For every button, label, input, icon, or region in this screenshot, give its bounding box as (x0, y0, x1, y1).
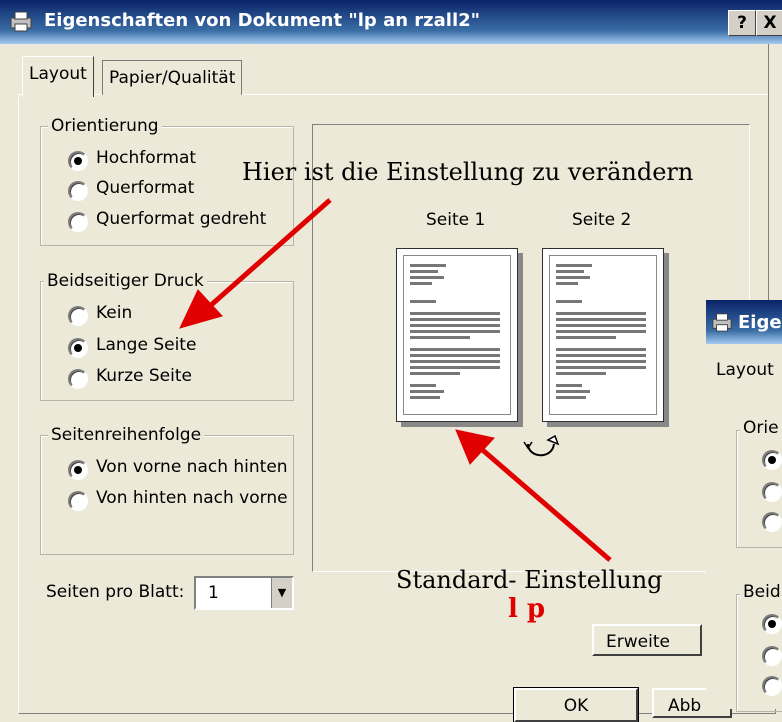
label-kein[interactable]: Kein (96, 303, 132, 323)
duplex-legend: Beidseitiger Druck (44, 271, 207, 291)
pages-per-sheet-select[interactable]: 1 ▼ (194, 576, 294, 610)
page-order-legend: Seitenreihenfolge (48, 425, 205, 445)
help-button[interactable]: ? (728, 10, 756, 36)
radio-lange-seite[interactable] (68, 338, 88, 358)
radio-querformat-gedreht[interactable] (68, 212, 88, 232)
printer-icon (10, 11, 32, 32)
annotation-top: Hier ist die Einstellung zu verändern (242, 158, 694, 186)
second-radio-3[interactable] (762, 512, 782, 532)
pages-per-sheet-label: Seiten pro Blatt: (46, 582, 185, 602)
tab-layout[interactable]: Layout (22, 56, 94, 97)
second-window-title: Eigen (738, 312, 782, 333)
label-kurze-seite[interactable]: Kurze Seite (96, 366, 192, 386)
pages-per-sheet-value: 1 (208, 583, 219, 603)
radio-hinten-nach-vorne[interactable] (68, 491, 88, 511)
radio-kein[interactable] (68, 306, 88, 326)
second-radio-5[interactable] (762, 646, 782, 666)
ok-button[interactable]: OK (513, 687, 639, 722)
window-title: Eigenschaften von Dokument "lp an rzall2… (44, 10, 481, 31)
label-vorne-nach-hinten[interactable]: Von vorne nach hinten (96, 457, 288, 477)
label-hinten-nach-vorne[interactable]: Von hinten nach vorne (96, 488, 288, 508)
advanced-button[interactable]: Erweite (592, 624, 702, 656)
second-radio-4[interactable] (762, 614, 782, 634)
second-window: Eigen Layout Orie Beid (706, 300, 782, 712)
window-edge (768, 44, 782, 300)
radio-hochformat[interactable] (68, 151, 88, 171)
preview-page-2 (542, 248, 664, 422)
radio-kurze-seite[interactable] (68, 369, 88, 389)
annotation-lp: l p (508, 594, 546, 624)
label-lange-seite[interactable]: Lange Seite (96, 335, 196, 355)
label-hochformat[interactable]: Hochformat (96, 148, 196, 168)
radio-querformat[interactable] (68, 181, 88, 201)
printer-icon (712, 313, 732, 332)
rotate-icon (523, 434, 560, 457)
second-radio-1[interactable] (762, 450, 782, 470)
preview-page-1 (396, 248, 518, 422)
chevron-down-icon[interactable]: ▼ (271, 578, 292, 608)
second-duplex-legend: Beid (740, 582, 782, 602)
tab-papier-qualitaet[interactable]: Papier/Qualität (102, 60, 243, 95)
preview-area (312, 124, 750, 572)
second-orientation-legend: Orie (740, 418, 782, 438)
annotation-bottom: Standard- Einstellung (396, 566, 663, 594)
preview-page1-label: Seite 1 (426, 210, 486, 230)
orientation-legend: Orientierung (48, 116, 162, 136)
label-querformat[interactable]: Querformat (96, 178, 194, 198)
label-querformat-gedreht[interactable]: Querformat gedreht (96, 209, 266, 229)
second-radio-6[interactable] (762, 676, 782, 696)
close-button[interactable]: X (756, 10, 782, 36)
second-radio-2[interactable] (762, 482, 782, 502)
preview-page2-label: Seite 2 (572, 210, 632, 230)
radio-vorne-nach-hinten[interactable] (68, 460, 88, 480)
second-window-tab-layout[interactable]: Layout (716, 360, 774, 380)
